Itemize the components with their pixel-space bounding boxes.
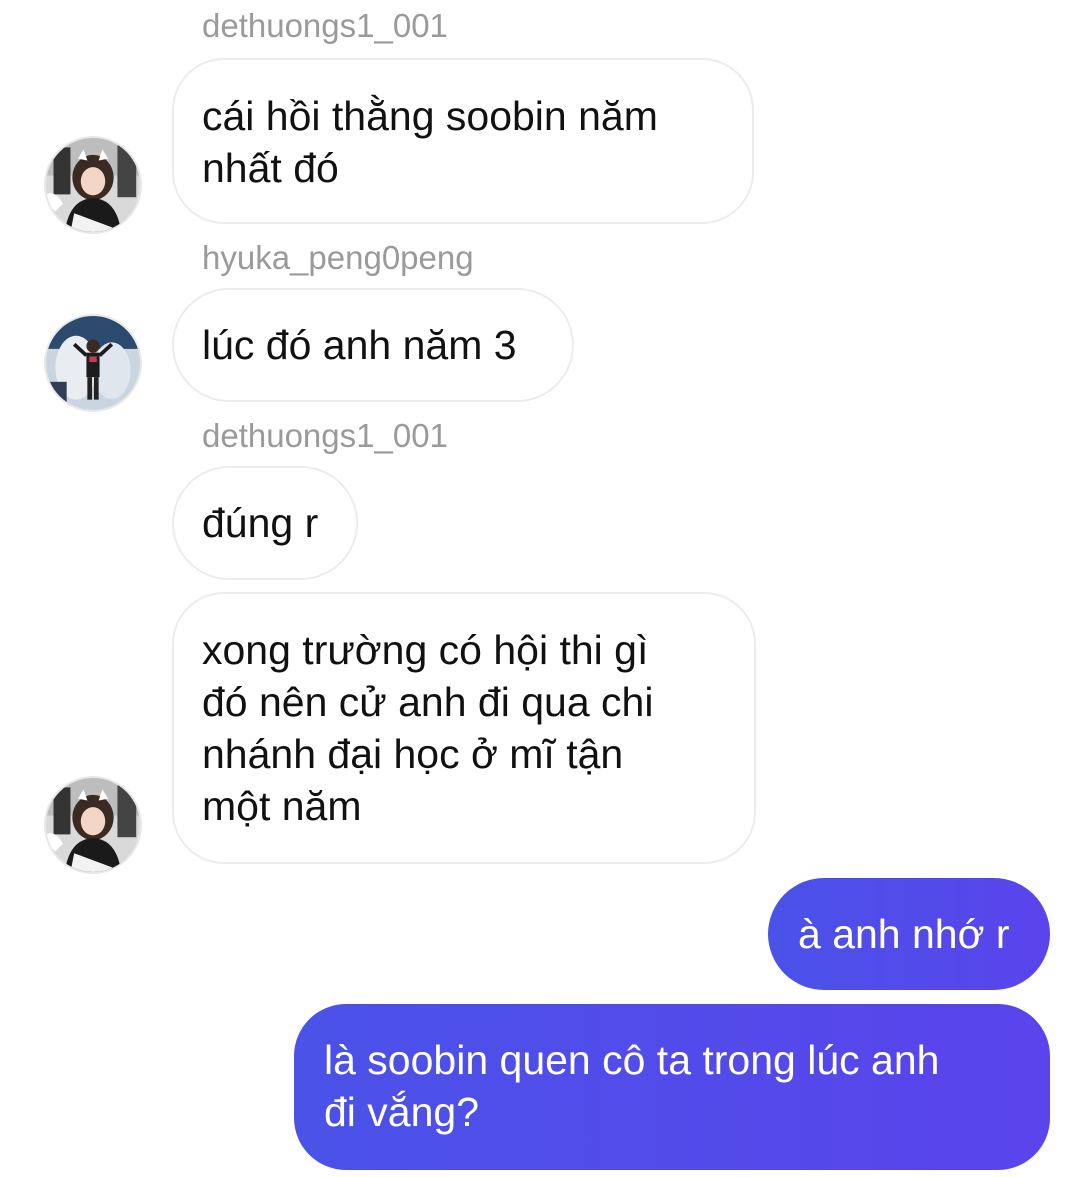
message-text: đi vắng? [324,1089,480,1135]
message-text: đúng r [202,500,319,546]
message-text: đó nên cử anh đi qua chi [202,679,654,725]
avatar-photo-boy-icon [46,316,140,410]
message-text: nhánh đại học ở mĩ tận [202,731,624,777]
incoming-message-bubble[interactable]: xong trường có hội thi gì đó nên cử anh … [172,592,756,864]
outgoing-message-bubble[interactable]: à anh nhớ r [768,878,1050,990]
message-text: xong trường có hội thi gì [202,627,649,673]
message-text: cái hồi thằng soobin năm [202,93,658,139]
avatar-dethuongs1-001[interactable] [44,776,142,874]
avatar-dethuongs1-001[interactable] [44,136,142,234]
avatar-photo-girl-icon [46,778,140,872]
incoming-message-bubble[interactable]: đúng r [172,466,358,580]
avatar-hyuka-peng0peng[interactable] [44,314,142,412]
chat-thread[interactable]: dethuongs1_001 cái hồi thằng soobin năm … [0,0,1080,1177]
message-text: à anh nhớ r [798,911,1010,957]
sender-name: hyuka_peng0peng [202,239,474,276]
incoming-message-bubble[interactable]: lúc đó anh năm 3 [172,288,574,402]
message-text: là soobin quen cô ta trong lúc anh [324,1037,940,1083]
outgoing-message-bubble[interactable]: là soobin quen cô ta trong lúc anh đi vắ… [294,1004,1050,1170]
incoming-message-bubble[interactable]: cái hồi thằng soobin năm nhất đó [172,58,754,224]
sender-name: dethuongs1_001 [202,417,448,454]
message-text: một năm [202,783,362,829]
avatar-photo-girl-icon [46,138,140,232]
message-text: nhất đó [202,145,339,191]
sender-name: dethuongs1_001 [202,7,448,44]
message-text: lúc đó anh năm 3 [202,322,517,368]
